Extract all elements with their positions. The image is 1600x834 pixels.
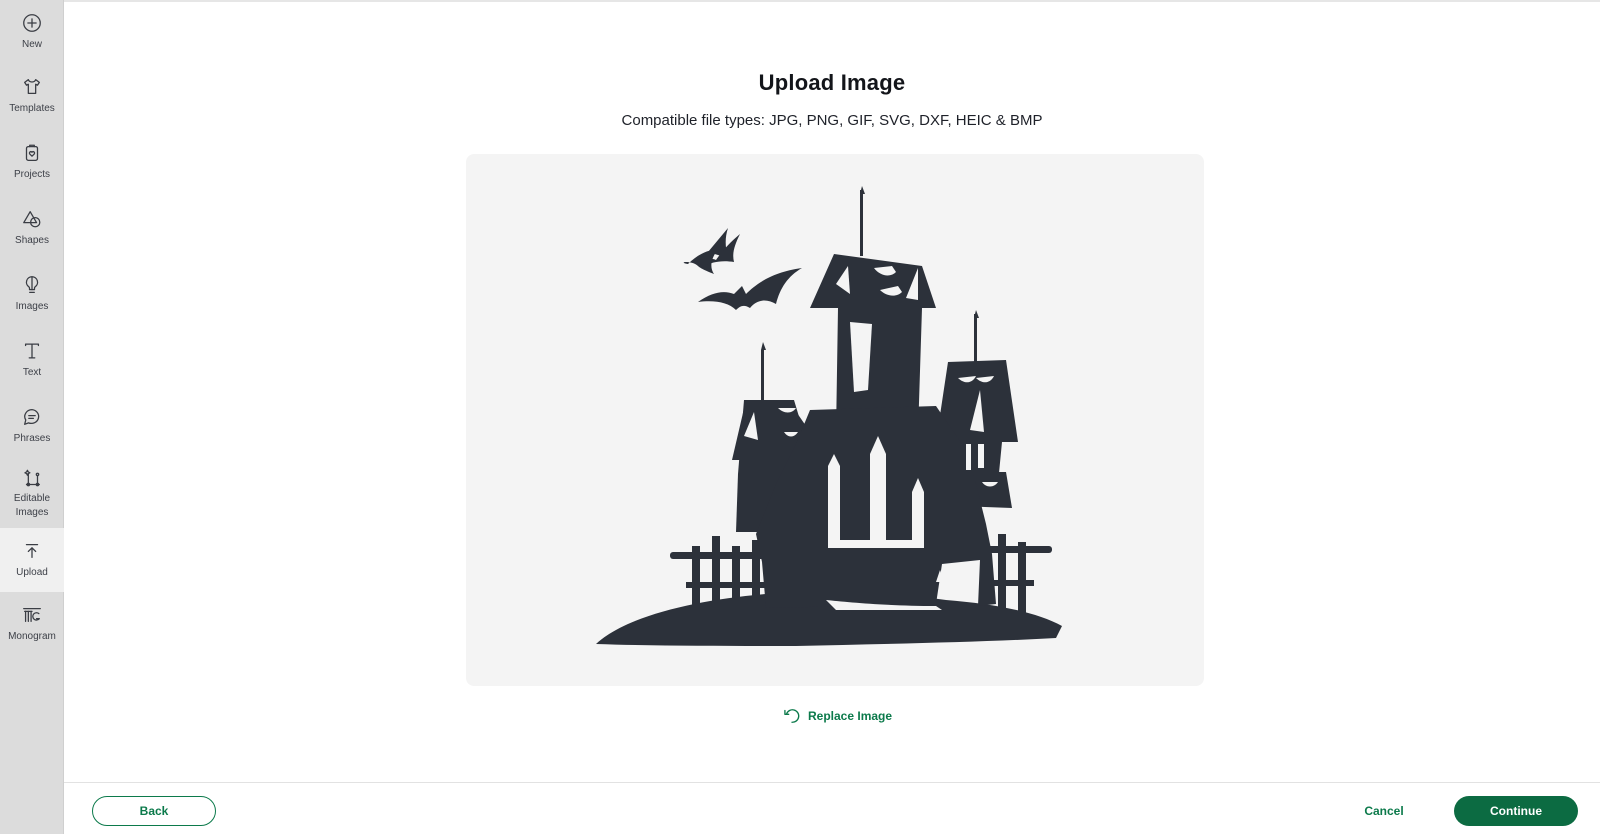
page-title: Upload Image <box>758 70 906 95</box>
sidebar-item-new[interactable]: New <box>0 8 64 66</box>
replace-rotate-icon <box>784 709 800 723</box>
sidebar-item-label: Phrases <box>13 433 51 444</box>
sidebar-item-label: Images <box>15 301 49 312</box>
sidebar-item-label: Editable Images <box>13 493 51 518</box>
upload-arrow-icon <box>25 543 39 559</box>
monogram-icon <box>23 607 41 623</box>
plus-circle-icon <box>23 14 41 32</box>
replace-image-link[interactable]: Replace Image <box>782 706 892 726</box>
image-preview <box>466 154 1204 686</box>
sidebar-item-label: Shapes <box>15 235 49 246</box>
sidebar-item-label: Upload <box>16 567 48 578</box>
compatible-file-types: Compatible file types: JPG, PNG, GIF, SV… <box>621 112 1043 129</box>
sidebar-item-monogram[interactable]: Monogram <box>0 600 64 658</box>
sidebar-item-templates[interactable]: Templates <box>0 72 64 130</box>
sidebar-item-upload[interactable]: Upload <box>0 528 64 592</box>
sidebar-item-shapes[interactable]: Shapes <box>0 204 64 262</box>
clipboard-heart-icon <box>25 144 39 161</box>
editable-image-icon <box>24 469 40 487</box>
sidebar-item-label: Projects <box>13 169 51 180</box>
sidebar-item-editable-images[interactable]: Editable Images <box>0 466 64 526</box>
sidebar-item-label: Monogram <box>8 631 56 642</box>
sidebar-item-projects[interactable]: Projects <box>0 138 64 196</box>
left-sidebar: New Templates Projects Shapes Images Tex… <box>0 0 64 834</box>
sidebar-item-text[interactable]: Text <box>0 336 64 394</box>
sidebar-item-label: Text <box>22 367 42 378</box>
continue-button[interactable]: Continue <box>1454 796 1578 826</box>
sidebar-item-label: Templates <box>9 103 55 114</box>
sidebar-item-phrases[interactable]: Phrases <box>0 402 64 460</box>
cancel-button[interactable]: Cancel <box>1354 796 1414 826</box>
haunted-house-image <box>596 186 1062 646</box>
footer-bar: Back Cancel Continue <box>64 782 1600 834</box>
upload-main: Upload Image Compatible file types: JPG,… <box>64 0 1600 834</box>
tshirt-icon <box>24 79 40 95</box>
sidebar-item-label: New <box>21 39 42 50</box>
text-t-icon <box>24 343 40 359</box>
replace-image-label: Replace Image <box>808 709 893 723</box>
shapes-icon <box>23 211 41 228</box>
back-button[interactable]: Back <box>92 796 216 826</box>
speech-bubble-icon <box>24 409 40 425</box>
sidebar-item-images[interactable]: Images <box>0 270 64 328</box>
lightbulb-icon <box>25 276 39 293</box>
